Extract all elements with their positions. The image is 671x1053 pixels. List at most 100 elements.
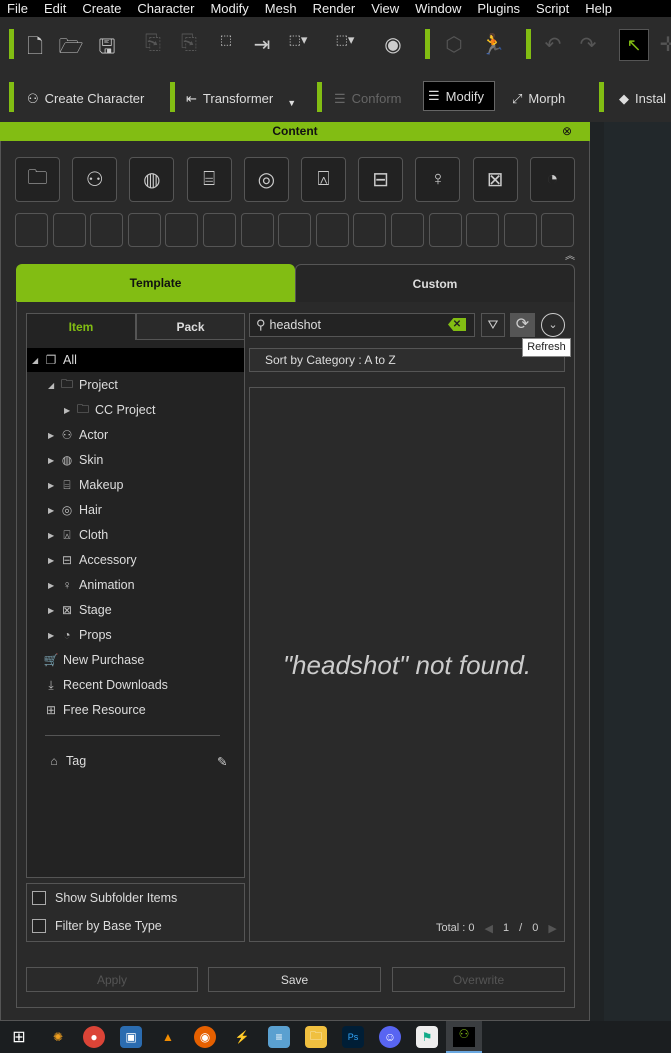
tree-item[interactable]: 🛒 New Purchase bbox=[27, 648, 244, 672]
sub-category-slot[interactable] bbox=[541, 213, 575, 247]
expand-arrow-icon[interactable]: ▶ bbox=[48, 606, 58, 615]
export-fbx-icon[interactable]: ⬚▾ bbox=[332, 32, 358, 48]
apply-button[interactable]: Apply bbox=[26, 967, 198, 992]
new-file-icon[interactable]: 🗋 bbox=[22, 32, 48, 66]
motion-icon[interactable]: 🏃 bbox=[480, 32, 506, 57]
category-button[interactable]: ⚇ bbox=[72, 157, 118, 202]
expand-arrow-icon[interactable]: ▶ bbox=[48, 531, 58, 540]
sub-category-slot[interactable] bbox=[466, 213, 500, 247]
tree-item[interactable]: ▶ ⍓ Cloth bbox=[27, 523, 244, 547]
sort-dropdown[interactable]: Sort by Category : A to Z bbox=[249, 348, 565, 372]
sub-category-slot[interactable] bbox=[278, 213, 312, 247]
export-icon[interactable]: ⇥ bbox=[249, 32, 275, 57]
tree-item[interactable]: ▶ ♀ Animation bbox=[27, 573, 244, 597]
close-icon[interactable]: ⊗ bbox=[562, 122, 572, 141]
menu-plugins[interactable]: Plugins bbox=[477, 1, 520, 16]
chrome-icon[interactable]: ● bbox=[83, 1026, 105, 1048]
edit-icon[interactable]: ✎ bbox=[217, 754, 227, 769]
subtab-pack[interactable]: Pack bbox=[136, 313, 245, 340]
app-icon[interactable]: ⚑ bbox=[416, 1026, 438, 1048]
menu-render[interactable]: Render bbox=[313, 1, 356, 16]
sub-category-slot[interactable] bbox=[52, 213, 86, 247]
viewport[interactable] bbox=[604, 122, 671, 1021]
firefox-icon[interactable]: ◉ bbox=[194, 1026, 216, 1048]
tree-item[interactable]: ⤓ Recent Downloads bbox=[27, 673, 244, 697]
category-button[interactable]: ⍓ bbox=[301, 157, 346, 202]
expand-arrow-icon[interactable]: ▶ bbox=[48, 506, 58, 515]
category-button[interactable]: ♀ bbox=[415, 157, 461, 202]
more-options-button[interactable]: ⌄ bbox=[541, 313, 565, 337]
sub-category-slot[interactable] bbox=[15, 213, 48, 247]
discord-icon[interactable]: ☺ bbox=[379, 1026, 401, 1048]
expand-arrow-icon[interactable]: ▶ bbox=[64, 406, 74, 415]
tree-item[interactable]: ◢ ❐ All bbox=[27, 348, 244, 372]
sub-category-slot[interactable] bbox=[391, 213, 424, 247]
menu-edit[interactable]: Edit bbox=[44, 1, 66, 16]
sub-category-slot[interactable] bbox=[503, 213, 537, 247]
windows-start-icon[interactable]: ⊞ bbox=[8, 1026, 30, 1048]
refresh-button[interactable]: ⟳ bbox=[510, 313, 535, 337]
tab-template[interactable]: Template bbox=[16, 264, 295, 302]
expand-arrow-icon[interactable]: ◢ bbox=[32, 356, 42, 365]
sub-category-slot[interactable] bbox=[240, 213, 274, 247]
filter-settings-button[interactable]: ⛛ bbox=[481, 313, 505, 337]
category-button[interactable]: ◎ bbox=[243, 157, 289, 202]
category-button[interactable]: ⊟ bbox=[358, 157, 404, 202]
tree-item[interactable]: ⊞ Free Resource bbox=[27, 698, 244, 722]
prev-page-icon[interactable]: ◀ bbox=[485, 922, 493, 935]
modify-button[interactable]: ☰ Modify bbox=[423, 81, 495, 111]
cube-icon[interactable]: ⬡ bbox=[441, 32, 467, 57]
taskbar-active-app[interactable]: ⚇ bbox=[446, 1021, 482, 1053]
expand-arrow-icon[interactable]: ▶ bbox=[48, 631, 58, 640]
collapse-icon[interactable]: ︽ bbox=[565, 247, 575, 262]
save-button[interactable]: Save bbox=[208, 967, 381, 992]
vlc-icon[interactable]: ▲ bbox=[157, 1026, 179, 1048]
category-button[interactable]: ⌸ bbox=[186, 157, 232, 202]
menu-mesh[interactable]: Mesh bbox=[265, 1, 297, 16]
menu-window[interactable]: Window bbox=[415, 1, 461, 16]
menu-script[interactable]: Script bbox=[536, 1, 569, 16]
app-icon[interactable]: ▣ bbox=[120, 1026, 142, 1048]
redo-icon[interactable]: ↷ bbox=[575, 32, 601, 57]
tree-item[interactable]: ▶ ⌸ Makeup bbox=[27, 473, 244, 497]
tree-item[interactable]: ▶ ⊟ Accessory bbox=[27, 548, 244, 572]
undo-icon[interactable]: ↶ bbox=[540, 32, 566, 57]
tree-item[interactable]: ▶ ⚇ Actor bbox=[27, 423, 244, 447]
export-character-icon[interactable]: ⎘ bbox=[140, 32, 166, 55]
create-character-button[interactable]: ⚇ Create Character bbox=[27, 86, 144, 111]
tree-item[interactable]: ▶ ◔ Props bbox=[27, 623, 244, 647]
menu-help[interactable]: Help bbox=[585, 1, 612, 16]
sub-category-slot[interactable] bbox=[428, 213, 462, 247]
preview-icon[interactable]: ◉ bbox=[380, 32, 406, 57]
sub-category-slot[interactable] bbox=[165, 213, 199, 247]
expand-arrow-icon[interactable]: ▶ bbox=[48, 456, 58, 465]
export-obj-icon[interactable]: ⬚▾ bbox=[285, 32, 311, 48]
category-button[interactable]: 🗀 bbox=[15, 157, 60, 202]
overwrite-button[interactable]: Overwrite bbox=[392, 967, 565, 992]
export-usd-icon[interactable]: ⬚ bbox=[213, 32, 239, 48]
morph-button[interactable]: ⤢ Morph bbox=[512, 86, 565, 111]
search-input[interactable]: ⚲ headshot ✕ bbox=[249, 313, 475, 337]
tree-item[interactable]: ▶ ◎ Hair bbox=[27, 498, 244, 522]
sub-category-slot[interactable] bbox=[90, 213, 124, 247]
app-icon[interactable]: ✺ bbox=[47, 1026, 69, 1048]
menu-character[interactable]: Character bbox=[137, 1, 194, 16]
expand-arrow-icon[interactable]: ◢ bbox=[48, 381, 58, 390]
menu-view[interactable]: View bbox=[371, 1, 399, 16]
photoshop-icon[interactable]: Ps bbox=[342, 1026, 364, 1048]
conform-button[interactable]: ☰ Conform bbox=[334, 86, 402, 111]
expand-arrow-icon[interactable]: ▶ bbox=[48, 581, 58, 590]
category-button[interactable]: ◔ bbox=[529, 157, 575, 202]
tree-item[interactable]: ▶ 🗀 CC Project bbox=[27, 398, 244, 422]
menu-create[interactable]: Create bbox=[82, 1, 121, 16]
menu-modify[interactable]: Modify bbox=[210, 1, 248, 16]
expand-arrow-icon[interactable]: ▶ bbox=[48, 481, 58, 490]
sub-category-slot[interactable] bbox=[203, 213, 236, 247]
tree-item[interactable]: ▶ ◍ Skin bbox=[27, 448, 244, 472]
sub-category-slot[interactable] bbox=[315, 213, 349, 247]
tab-custom[interactable]: Custom bbox=[295, 264, 575, 302]
notepad-icon[interactable]: ≡ bbox=[268, 1026, 290, 1048]
tree-item-tag[interactable]: ⌂ Tag ✎ bbox=[27, 749, 244, 773]
save-icon[interactable]: 🖫 bbox=[94, 32, 120, 66]
move-tool-icon[interactable]: ✛ bbox=[655, 32, 671, 57]
